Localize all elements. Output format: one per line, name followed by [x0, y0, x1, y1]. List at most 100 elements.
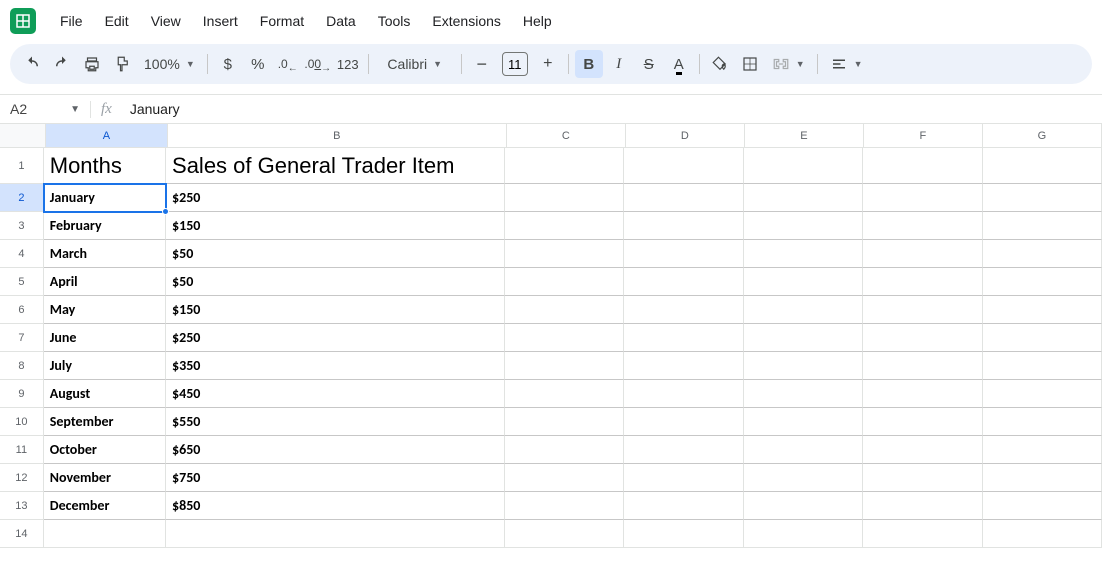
cell-D8[interactable]: [624, 352, 743, 380]
menu-file[interactable]: File: [50, 9, 93, 33]
menu-data[interactable]: Data: [316, 9, 366, 33]
cell-B5[interactable]: $50: [166, 268, 505, 296]
percent-button[interactable]: %: [244, 50, 272, 78]
cell-C14[interactable]: [505, 520, 624, 548]
row-header-12[interactable]: 12: [0, 464, 44, 492]
menu-format[interactable]: Format: [250, 9, 314, 33]
cell-F6[interactable]: [863, 296, 982, 324]
cell-G9[interactable]: [983, 380, 1102, 408]
print-button[interactable]: [78, 50, 106, 78]
column-header-A[interactable]: A: [46, 124, 168, 148]
cell-B1[interactable]: Sales of General Trader Item: [166, 148, 505, 184]
cell-F2[interactable]: [863, 184, 982, 212]
cell-G8[interactable]: [983, 352, 1102, 380]
cell-C2[interactable]: [505, 184, 624, 212]
cell-C13[interactable]: [505, 492, 624, 520]
cell-B8[interactable]: $350: [166, 352, 505, 380]
cell-A6[interactable]: May: [44, 296, 166, 324]
strikethrough-button[interactable]: S: [635, 50, 663, 78]
cell-B14[interactable]: [166, 520, 505, 548]
cell-A13[interactable]: December: [44, 492, 166, 520]
row-header-8[interactable]: 8: [0, 352, 44, 380]
menu-edit[interactable]: Edit: [95, 9, 139, 33]
cell-E3[interactable]: [744, 212, 863, 240]
fill-color-button[interactable]: [706, 50, 734, 78]
cell-G11[interactable]: [983, 436, 1102, 464]
cell-F14[interactable]: [863, 520, 982, 548]
cell-C10[interactable]: [505, 408, 624, 436]
cell-F8[interactable]: [863, 352, 982, 380]
cell-A12[interactable]: November: [44, 464, 166, 492]
row-header-10[interactable]: 10: [0, 408, 44, 436]
row-header-11[interactable]: 11: [0, 436, 44, 464]
cell-D6[interactable]: [624, 296, 743, 324]
cell-C12[interactable]: [505, 464, 624, 492]
cell-G13[interactable]: [983, 492, 1102, 520]
cell-A3[interactable]: February: [44, 212, 166, 240]
align-button[interactable]: ▼: [824, 50, 869, 78]
column-header-F[interactable]: F: [864, 124, 983, 148]
cell-C4[interactable]: [505, 240, 624, 268]
cell-D2[interactable]: [624, 184, 743, 212]
column-header-C[interactable]: C: [507, 124, 626, 148]
cell-E4[interactable]: [744, 240, 863, 268]
cell-E1[interactable]: [744, 148, 863, 184]
number-format-button[interactable]: 123: [334, 50, 362, 78]
cell-E11[interactable]: [744, 436, 863, 464]
cell-C11[interactable]: [505, 436, 624, 464]
decrease-font-button[interactable]: −: [468, 50, 496, 78]
cell-A7[interactable]: June: [44, 324, 166, 352]
selection-handle[interactable]: [162, 208, 169, 215]
increase-font-button[interactable]: +: [534, 50, 562, 78]
cell-A5[interactable]: April: [44, 268, 166, 296]
cell-G6[interactable]: [983, 296, 1102, 324]
cell-E13[interactable]: [744, 492, 863, 520]
cell-B6[interactable]: $150: [166, 296, 505, 324]
undo-button[interactable]: [18, 50, 46, 78]
row-header-13[interactable]: 13: [0, 492, 44, 520]
cell-F3[interactable]: [863, 212, 982, 240]
sheets-logo[interactable]: [10, 8, 36, 34]
row-header-5[interactable]: 5: [0, 268, 44, 296]
cell-C9[interactable]: [505, 380, 624, 408]
cell-G7[interactable]: [983, 324, 1102, 352]
row-header-9[interactable]: 9: [0, 380, 44, 408]
cell-C1[interactable]: [505, 148, 624, 184]
cell-F7[interactable]: [863, 324, 982, 352]
cell-D3[interactable]: [624, 212, 743, 240]
cell-G1[interactable]: [983, 148, 1102, 184]
cell-E9[interactable]: [744, 380, 863, 408]
cell-D13[interactable]: [624, 492, 743, 520]
cell-C6[interactable]: [505, 296, 624, 324]
bold-button[interactable]: B: [575, 50, 603, 78]
font-size-input[interactable]: [502, 52, 528, 76]
cell-F11[interactable]: [863, 436, 982, 464]
cell-F10[interactable]: [863, 408, 982, 436]
cell-A14[interactable]: [44, 520, 166, 548]
cell-A8[interactable]: July: [44, 352, 166, 380]
cell-A2[interactable]: January: [44, 184, 166, 212]
cell-G12[interactable]: [983, 464, 1102, 492]
paint-format-button[interactable]: [108, 50, 136, 78]
column-header-B[interactable]: B: [168, 124, 507, 148]
name-box[interactable]: A2 ▼: [0, 101, 90, 117]
cell-D4[interactable]: [624, 240, 743, 268]
row-header-14[interactable]: 14: [0, 520, 44, 548]
cell-A1[interactable]: Months: [44, 148, 166, 184]
borders-button[interactable]: [736, 50, 764, 78]
cell-A4[interactable]: March: [44, 240, 166, 268]
cell-F1[interactable]: [863, 148, 982, 184]
cell-E6[interactable]: [744, 296, 863, 324]
redo-button[interactable]: [48, 50, 76, 78]
column-header-E[interactable]: E: [745, 124, 864, 148]
column-header-G[interactable]: G: [983, 124, 1102, 148]
cell-G10[interactable]: [983, 408, 1102, 436]
text-color-button[interactable]: A: [665, 50, 693, 78]
cell-C7[interactable]: [505, 324, 624, 352]
cell-D12[interactable]: [624, 464, 743, 492]
cell-B11[interactable]: $650: [166, 436, 505, 464]
cell-B12[interactable]: $750: [166, 464, 505, 492]
column-header-D[interactable]: D: [626, 124, 745, 148]
cell-A10[interactable]: September: [44, 408, 166, 436]
cell-G14[interactable]: [983, 520, 1102, 548]
